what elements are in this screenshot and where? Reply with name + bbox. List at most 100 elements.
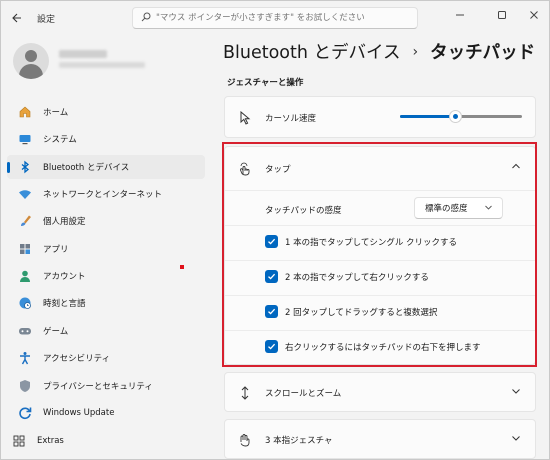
checkbox-checked[interactable] — [265, 340, 278, 353]
tap-option-row[interactable]: 2 回タップしてドラッグすると複数選択 — [225, 296, 535, 331]
maximize-button[interactable] — [487, 5, 517, 25]
sidebar-item-gaming[interactable]: ゲーム — [7, 319, 205, 343]
sidebar-item-label: アクセシビリティ — [43, 354, 111, 364]
checkbox-checked[interactable] — [265, 235, 278, 248]
breadcrumb-separator-icon: › — [412, 43, 419, 60]
checkmark-icon — [268, 308, 276, 315]
shield-icon — [17, 378, 33, 394]
chevron-down-icon — [511, 433, 521, 446]
settings-window: 設定 ホーム システム — [0, 0, 550, 460]
cursor-speed-label: カーソル速度 — [265, 114, 317, 124]
breadcrumb-parent[interactable]: Bluetooth とデバイス — [223, 39, 401, 64]
sidebar-item-apps[interactable]: アプリ — [7, 237, 205, 261]
tap-option-row[interactable]: 2 本の指でタップして右クリックする — [225, 261, 535, 296]
tap-option-row[interactable]: 右クリックするにはタッチパッドの右下を押します — [225, 331, 535, 365]
sensitivity-dropdown[interactable]: 標準の感度 — [414, 197, 503, 219]
sidebar-item-extras[interactable]: Extras — [7, 430, 205, 452]
tap-option-label: 右クリックするにはタッチパッドの右下を押します — [285, 343, 481, 353]
checkmark-icon — [268, 343, 276, 350]
profile-name — [59, 50, 107, 58]
wifi-icon — [17, 186, 33, 202]
checkmark-icon — [268, 273, 276, 280]
sidebar-item-label: ゲーム — [43, 327, 69, 337]
sidebar-item-accounts[interactable]: アカウント — [7, 264, 205, 288]
globe-clock-icon — [17, 295, 33, 311]
sidebar-item-label: プライバシーとセキュリティ — [43, 382, 153, 392]
checkbox-checked[interactable] — [265, 270, 278, 283]
cursor-icon — [237, 110, 253, 126]
checkmark-icon — [268, 238, 276, 245]
sidebar-item-label: 個人用設定 — [43, 217, 86, 227]
tap-card: タップ タッチパッドの感度 標準の感度 1 本の指でタップしてシングル クリック… — [224, 146, 536, 365]
chevron-down-icon — [484, 203, 493, 214]
update-icon — [17, 405, 33, 421]
sidebar-item-home[interactable]: ホーム — [7, 100, 205, 124]
sidebar-item-label: 時刻と言語 — [43, 299, 86, 309]
accessibility-icon — [17, 350, 33, 366]
apps-icon — [17, 241, 33, 257]
slider-thumb[interactable] — [449, 110, 462, 123]
system-icon — [17, 131, 33, 147]
sidebar-item-accessibility[interactable]: アクセシビリティ — [7, 346, 205, 370]
sidebar-item-bluetooth[interactable]: Bluetooth とデバイス — [7, 155, 205, 179]
sidebar-item-system[interactable]: システム — [7, 127, 205, 151]
sidebar-item-label: Bluetooth とデバイス — [43, 163, 130, 173]
red-marker — [180, 265, 184, 269]
scroll-icon — [237, 385, 253, 401]
maximize-icon — [498, 11, 506, 19]
minimize-button[interactable] — [445, 5, 475, 25]
sidebar-item-privacy[interactable]: プライバシーとセキュリティ — [7, 374, 205, 398]
back-button[interactable] — [7, 8, 27, 28]
close-button[interactable] — [519, 5, 549, 25]
tap-option-label: 2 回タップしてドラッグすると複数選択 — [285, 308, 438, 318]
three-finger-title: 3 本指ジェスチャ — [265, 436, 333, 446]
section-label: ジェスチャーと操作 — [227, 78, 304, 88]
slider-fill — [400, 115, 455, 118]
extras-grid-icon — [11, 433, 27, 449]
title-bar: 設定 — [1, 1, 550, 35]
sensitivity-value: 標準の感度 — [425, 204, 468, 214]
sidebar-item-label: Extras — [37, 436, 64, 446]
tap-option-row[interactable]: 1 本の指でタップしてシングル クリックする — [225, 226, 535, 261]
sidebar-item-time-language[interactable]: 時刻と言語 — [7, 291, 205, 315]
chevron-down-icon — [511, 386, 521, 399]
close-icon — [530, 11, 538, 19]
sidebar-item-label: ホーム — [43, 108, 69, 118]
search-icon — [141, 12, 151, 25]
sidebar-item-personalization[interactable]: 個人用設定 — [7, 209, 205, 233]
sidebar-item-windows-update[interactable]: Windows Update — [7, 401, 205, 425]
checkbox-checked[interactable] — [265, 305, 278, 318]
sensitivity-row: タッチパッドの感度 標準の感度 — [225, 191, 535, 226]
breadcrumb: Bluetooth とデバイス › タッチパッド — [223, 39, 535, 64]
tap-option-label: 1 本の指でタップしてシングル クリックする — [285, 238, 458, 248]
cursor-speed-slider[interactable] — [400, 110, 522, 123]
three-finger-card[interactable]: 3 本指ジェスチャ — [224, 419, 536, 459]
tap-gesture-icon — [237, 161, 253, 177]
sensitivity-label: タッチパッドの感度 — [265, 206, 342, 216]
app-title: 設定 — [37, 15, 56, 25]
sidebar-item-label: ネットワークとインターネット — [43, 190, 163, 200]
bluetooth-icon — [17, 159, 33, 175]
scroll-zoom-title: スクロールとズーム — [265, 389, 342, 399]
home-icon — [17, 104, 33, 120]
avatar[interactable] — [13, 43, 49, 79]
sidebar-item-label: アプリ — [43, 245, 69, 255]
profile-email — [59, 62, 145, 68]
minimize-icon — [456, 14, 464, 16]
tap-option-label: 2 本の指でタップして右クリックする — [285, 273, 429, 283]
search-box[interactable] — [132, 7, 418, 29]
gamepad-icon — [17, 323, 33, 339]
sidebar-item-label: Windows Update — [43, 408, 115, 418]
cursor-speed-card: カーソル速度 — [224, 96, 536, 138]
tap-header[interactable]: タップ — [225, 147, 535, 191]
scroll-zoom-card[interactable]: スクロールとズーム — [224, 372, 536, 412]
three-finger-icon — [237, 432, 253, 448]
page-title: タッチパッド — [430, 43, 536, 63]
sidebar-item-label: システム — [43, 135, 77, 145]
tap-title: タップ — [265, 165, 291, 175]
account-icon — [17, 268, 33, 284]
sidebar-item-network[interactable]: ネットワークとインターネット — [7, 182, 205, 206]
search-input[interactable] — [156, 13, 406, 23]
back-arrow-icon — [12, 13, 21, 23]
sidebar-item-label: アカウント — [43, 272, 86, 282]
